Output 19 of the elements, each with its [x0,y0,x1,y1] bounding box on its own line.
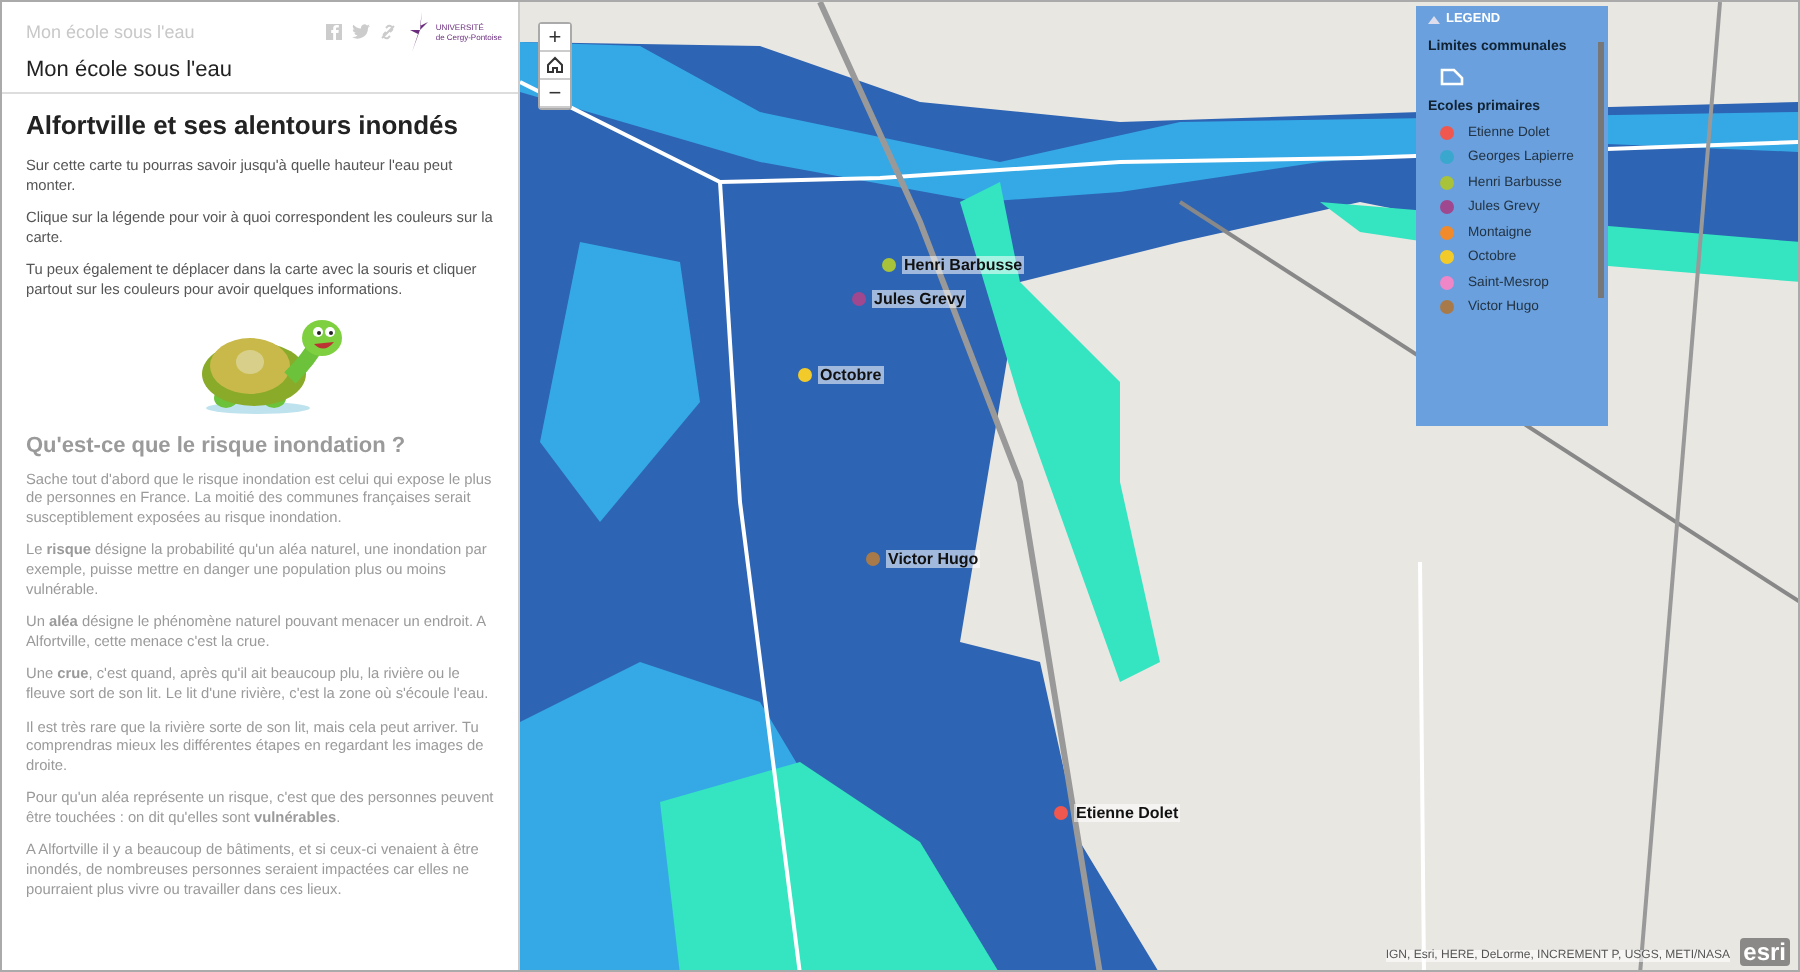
school-label: Victor Hugo [886,550,981,568]
school-label: Henri Barbusse [902,256,1025,274]
scrollbar[interactable] [1598,42,1604,298]
caret-icon [1428,15,1440,23]
link-icon[interactable] [379,24,396,40]
twitter-icon[interactable] [351,24,370,40]
section-heading: Qu'est-ce que le risque inondation ? [26,433,408,458]
story-title: Mon école sous l'eau [2,54,518,94]
home-button[interactable] [540,52,570,80]
section-heading: Alfortville et ses alentours inondés [26,110,460,140]
home-icon [546,56,564,74]
school-label: Jules Grevy [872,290,967,308]
facebook-icon[interactable] [325,24,342,40]
esri-logo: esri [1739,938,1790,966]
zoom-in-button[interactable]: + [540,24,570,52]
boundary-icon [1440,68,1464,86]
school-label: Etienne Dolet [1074,804,1181,822]
school-label: Octobre [818,366,884,384]
flood-map-drawing[interactable] [520,2,1798,970]
